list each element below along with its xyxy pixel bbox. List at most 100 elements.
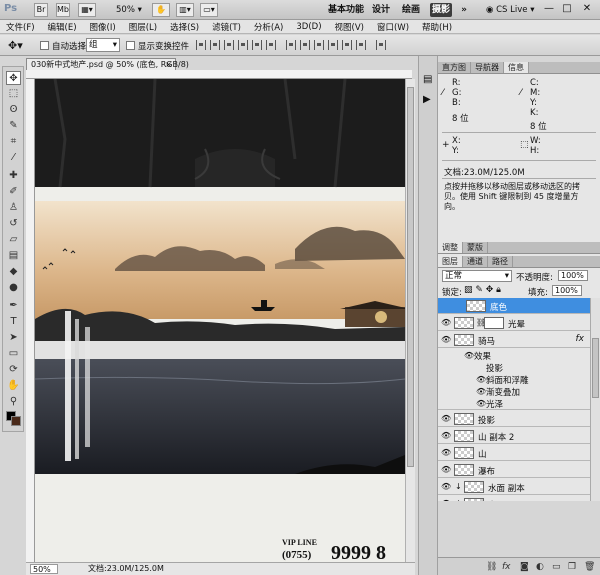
effect-row[interactable]: 👁︎ 光泽 [438, 398, 590, 410]
opacity-field[interactable]: 100% [558, 270, 588, 281]
crop-tool-icon[interactable]: ⌗ [6, 135, 21, 149]
add-style-icon[interactable]: fx [502, 562, 511, 572]
background-color-swatch[interactable] [11, 416, 21, 426]
actions-panel-icon[interactable]: ▶ [423, 94, 431, 105]
add-mask-icon[interactable]: ◙ [520, 562, 529, 572]
eye-icon[interactable]: 👁︎ [441, 482, 451, 491]
align-top-icon[interactable] [196, 40, 206, 50]
effect-row[interactable]: 👁︎ 渐变叠加 [438, 386, 590, 398]
menu-view[interactable]: 视图(V) [335, 21, 364, 33]
minimize-button[interactable]: — [542, 2, 556, 16]
align-vcenter-icon[interactable] [210, 40, 220, 50]
align-left-icon[interactable] [238, 40, 248, 50]
eye-icon[interactable]: 👁︎ [441, 465, 451, 474]
menu-file[interactable]: 文件(F) [6, 21, 35, 33]
scrollbar-thumb[interactable] [407, 87, 414, 467]
menu-3d[interactable]: 3D(D) [296, 22, 321, 32]
dodge-tool-icon[interactable]: ● [6, 281, 21, 295]
hand-tool-icon[interactable]: ✋ [6, 379, 21, 393]
history-brush-tool-icon[interactable]: ↺ [6, 217, 21, 231]
eye-icon[interactable]: 👁︎ [441, 431, 451, 440]
type-tool-icon[interactable]: T [6, 315, 21, 329]
menu-help[interactable]: 帮助(H) [422, 21, 452, 33]
screen-mode-button[interactable]: ▭▾ [200, 3, 218, 17]
status-zoom-field[interactable]: 50% [30, 564, 58, 574]
distribute-hcenter-icon[interactable] [342, 40, 352, 50]
tab-histogram[interactable]: 直方图 [438, 62, 471, 73]
eyedropper-tool-icon[interactable]: ⁄ [6, 151, 21, 165]
canvas-vertical-scrollbar[interactable] [405, 79, 415, 562]
zoom-level-dropdown[interactable]: 50% ▾ [116, 3, 146, 17]
effect-row[interactable]: 投影 [438, 362, 590, 374]
auto-select-checkbox[interactable] [40, 41, 49, 50]
effect-row[interactable]: 👁︎ 斜面和浮雕 [438, 374, 590, 386]
align-right-icon[interactable] [266, 40, 276, 50]
adjustment-layer-icon[interactable]: ◐ [536, 562, 544, 572]
minibridge-button[interactable]: Mb [56, 3, 70, 17]
gradient-tool-icon[interactable]: ▤ [6, 249, 21, 263]
scrollbar-thumb[interactable] [592, 338, 599, 398]
eye-icon[interactable]: 👁︎ [441, 318, 451, 327]
tab-layers[interactable]: 图层 [438, 256, 463, 267]
marquee-tool-icon[interactable]: ⬚ [6, 87, 21, 101]
3d-rotate-tool-icon[interactable]: ⟳ [6, 363, 21, 377]
tab-paths[interactable]: 路径 [488, 256, 513, 267]
layer-row[interactable]: 底色 [438, 298, 590, 314]
pen-tool-icon[interactable]: ✒ [6, 299, 21, 313]
align-bottom-icon[interactable] [224, 40, 234, 50]
eye-icon[interactable]: 👁︎ [441, 448, 451, 457]
cs-live-button[interactable]: ◉ CS Live ▾ [486, 3, 534, 17]
layer-row[interactable]: 👁︎ 山 副本 2 [438, 428, 590, 444]
menu-analysis[interactable]: 分析(A) [254, 21, 283, 33]
eye-icon[interactable]: 👁︎ [476, 387, 486, 396]
tab-masks[interactable]: 蒙版 [463, 242, 488, 253]
blur-tool-icon[interactable]: ◆ [6, 265, 21, 279]
fx-icon[interactable]: fx [576, 334, 585, 344]
distribute-right-icon[interactable] [356, 40, 366, 50]
eye-icon[interactable]: 👁︎ [441, 414, 451, 423]
history-panel-icon[interactable]: ▤ [423, 74, 432, 85]
layer-row[interactable]: 👁︎ ↓ 鸟 [438, 496, 590, 501]
link-layers-icon[interactable]: ⛓︎ [486, 562, 497, 572]
fill-field[interactable]: 100% [552, 285, 582, 296]
align-hcenter-icon[interactable] [252, 40, 262, 50]
layer-row[interactable]: 👁︎ ↓ 水面 副本 [438, 479, 590, 495]
auto-select-dropdown[interactable]: 组 ▾ [86, 38, 120, 52]
view-extras-button[interactable]: ▦▾ [78, 3, 96, 17]
hand-zoom-button[interactable]: ✋ [152, 3, 170, 17]
layers-scrollbar[interactable] [590, 298, 600, 501]
menu-edit[interactable]: 编辑(E) [48, 21, 77, 33]
quick-select-tool-icon[interactable]: ✎ [6, 119, 21, 133]
distribute-left-icon[interactable] [328, 40, 338, 50]
clone-stamp-tool-icon[interactable]: ♙ [6, 201, 21, 215]
path-select-tool-icon[interactable]: ➤ [6, 331, 21, 345]
move-tool-icon[interactable]: ✥ [6, 71, 21, 85]
arrange-documents-button[interactable]: ▥▾ [176, 3, 194, 17]
layer-row[interactable]: 👁︎ 山 [438, 445, 590, 461]
move-tool-preset-icon[interactable]: ✥▾ [8, 39, 23, 52]
layer-row[interactable]: 👁︎ 瀑布 [438, 462, 590, 478]
tab-navigator[interactable]: 导航器 [471, 62, 504, 73]
lock-icons[interactable]: ▧ ✎ ✥ 🔒︎ [464, 285, 501, 295]
menu-image[interactable]: 图像(I) [90, 21, 116, 33]
menu-filter[interactable]: 滤镜(T) [212, 21, 241, 33]
eye-icon[interactable]: 👁︎ [441, 335, 451, 344]
brush-tool-icon[interactable]: ✐ [6, 185, 21, 199]
distribute-vcenter-icon[interactable] [300, 40, 310, 50]
document-canvas[interactable]: VIP LINE (0755) 9999 8 [35, 79, 405, 562]
eye-icon[interactable]: 👁︎ [441, 499, 451, 501]
effects-row[interactable]: 👁︎ 效果 [438, 349, 590, 362]
menu-layer[interactable]: 图层(L) [129, 21, 157, 33]
zoom-tool-icon[interactable]: ⚲ [6, 395, 21, 409]
layer-row[interactable]: 👁︎ 投影 [438, 411, 590, 427]
tab-info[interactable]: 信息 [504, 62, 529, 73]
workspace-essentials[interactable]: 基本功能 [326, 3, 366, 17]
layer-row[interactable]: 👁︎ 骑马 fx [438, 332, 590, 348]
auto-align-icon[interactable] [376, 40, 386, 50]
maximize-button[interactable]: □ [560, 2, 574, 16]
healing-brush-tool-icon[interactable]: ✚ [6, 169, 21, 183]
workspace-painting[interactable]: 绘画 [400, 3, 422, 17]
show-transform-checkbox[interactable] [126, 41, 135, 50]
more-workspaces-button[interactable]: » [458, 3, 470, 17]
document-tab[interactable]: 030新中式地产.psd @ 50% (底色, RGB/8) × [26, 58, 189, 70]
